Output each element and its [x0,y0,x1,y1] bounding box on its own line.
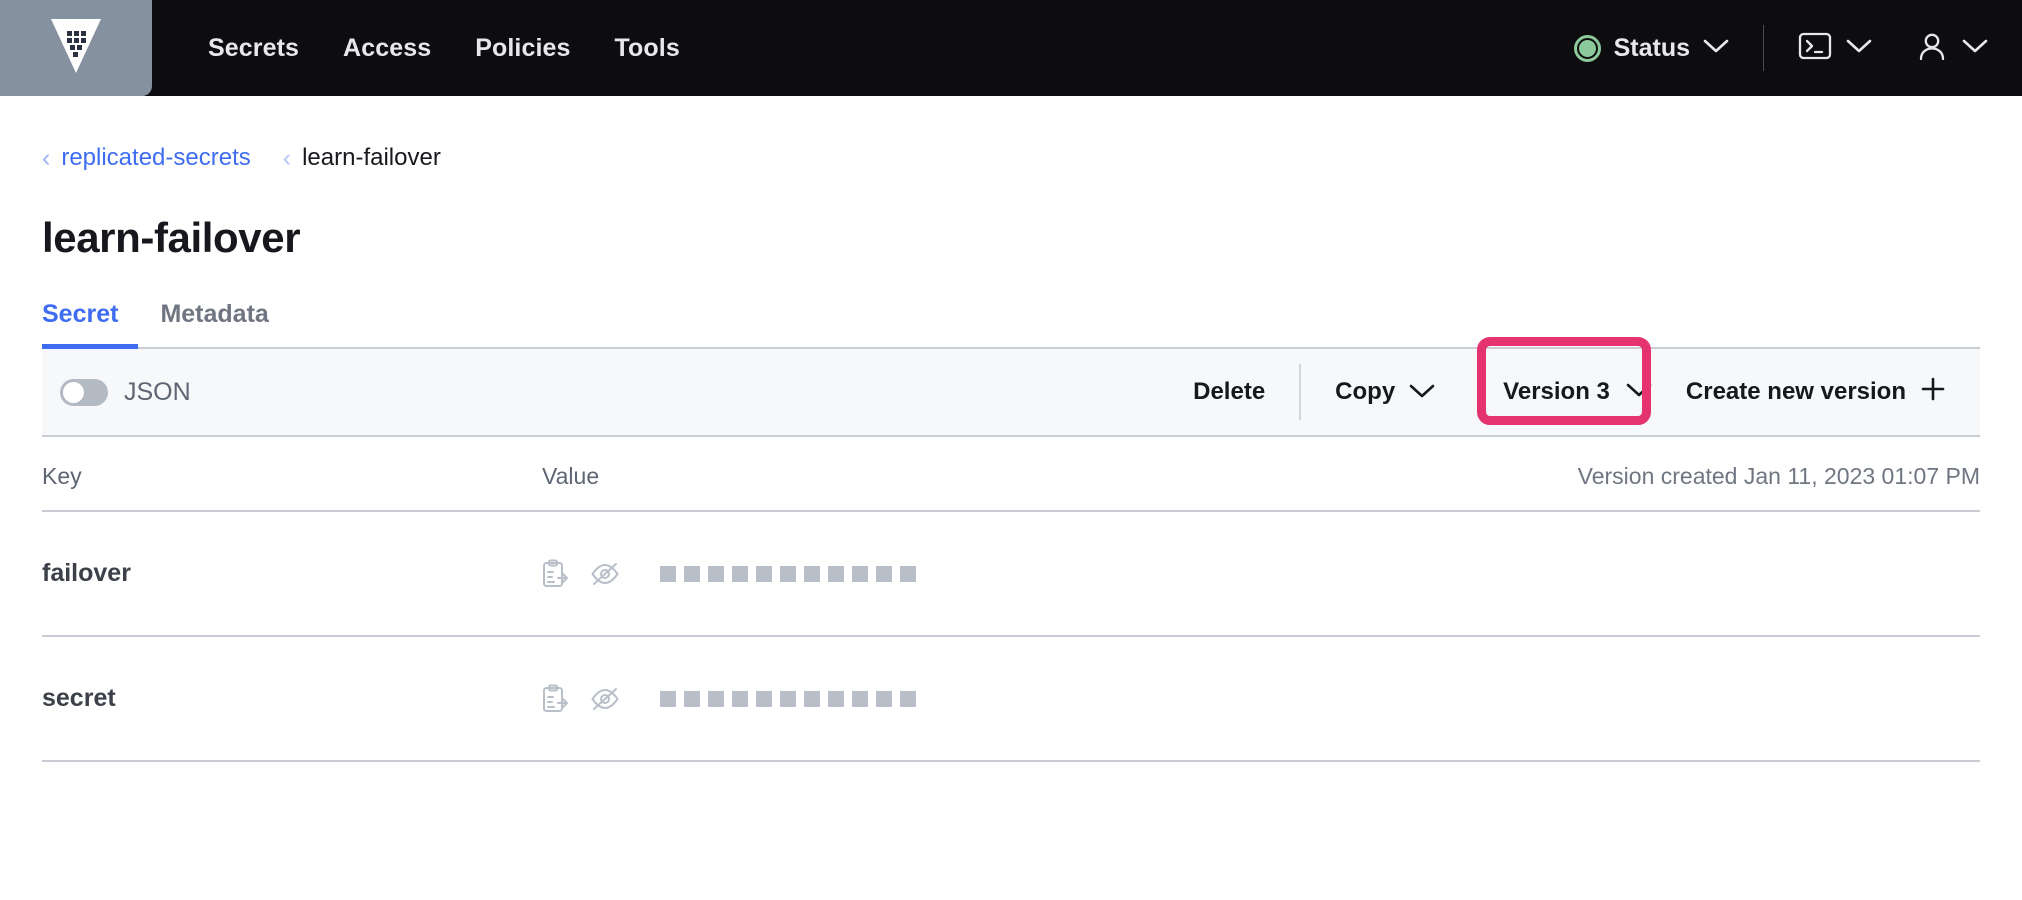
column-header-key: Key [42,463,82,489]
status-indicator-icon [1573,34,1601,62]
secret-key-name: failover [42,559,131,587]
main-nav: Secrets Access Policies Tools [208,34,680,63]
chevron-down-icon[interactable] [1626,382,1652,403]
navbar-divider [1763,25,1764,71]
terminal-icon [1798,31,1832,66]
plus-icon [1920,376,1946,409]
chevron-down-icon [1409,378,1435,406]
version-select-button[interactable]: Version 3 [1469,349,1644,435]
status-menu[interactable]: Status [1573,33,1729,63]
vault-logo-icon [49,17,103,80]
breadcrumb-current: learn-failover [302,144,441,171]
eye-off-icon[interactable] [590,561,620,587]
json-toggle-label: JSON [124,377,191,406]
breadcrumb-link-parent[interactable]: replicated-secrets [61,144,250,172]
toolbar-actions: Delete Copy Version 3 Create new version [1159,337,1980,435]
secret-value-cell [542,559,1980,589]
console-menu[interactable] [1798,31,1872,66]
secret-value-cell [542,684,1980,714]
chevron-down-icon [1846,38,1872,59]
nav-link-secrets[interactable]: Secrets [208,34,299,63]
masked-secret-value [660,565,916,582]
vault-logo-button[interactable] [0,0,152,96]
status-label: Status [1613,33,1690,62]
user-icon [1916,30,1948,67]
chevron-down-icon [1962,38,1988,59]
toggle-switch[interactable] [60,378,108,406]
copy-to-clipboard-icon[interactable] [542,684,570,714]
tab-secret[interactable]: Secret [42,300,139,349]
create-new-version-label: Create new version [1685,378,1906,405]
chevron-down-icon [1703,38,1729,59]
eye-off-icon[interactable] [590,686,620,712]
column-header-value: Value [542,463,600,489]
table-row: failover [42,512,1980,637]
secret-key-name: secret [42,684,116,712]
tab-metadata[interactable]: Metadata [138,300,290,347]
page-title: learn-failover [42,214,301,261]
create-new-version-button[interactable]: Create new version [1652,349,1980,435]
nav-link-policies[interactable]: Policies [475,34,570,63]
breadcrumb: ‹ replicated-secrets ‹ learn-failover [42,96,1980,172]
copy-button-label: Copy [1335,378,1396,405]
breadcrumb-caret-icon: ‹ [42,143,51,172]
masked-secret-value [660,690,916,707]
main-content: ‹ replicated-secrets ‹ learn-failover le… [0,96,2022,762]
navbar-right-cluster: Status [1573,25,2022,71]
json-toggle[interactable]: JSON [60,378,191,407]
nav-link-access[interactable]: Access [343,34,431,63]
secret-toolbar: JSON Delete Copy Version 3 Create new ve… [42,337,1980,437]
nav-link-tools[interactable]: Tools [615,34,680,63]
version-selector-group: Version 3 [1469,337,1652,435]
top-navbar: Secrets Access Policies Tools Status [0,0,2022,96]
tab-bar: Secret Metadata [42,300,1980,349]
delete-button-label: Delete [1193,378,1266,405]
version-created-timestamp: Version created Jan 11, 2023 01:07 PM [1577,463,1980,489]
version-label: Version 3 [1503,378,1610,405]
copy-to-clipboard-icon[interactable] [542,559,570,589]
copy-menu-button[interactable]: Copy [1301,349,1469,435]
table-row: secret [42,637,1980,762]
user-menu[interactable] [1916,30,1988,67]
breadcrumb-caret-icon: ‹ [282,143,292,172]
kv-table-header: Key Value Version created Jan 11, 2023 0… [42,437,1980,512]
delete-button[interactable]: Delete [1159,349,1299,435]
